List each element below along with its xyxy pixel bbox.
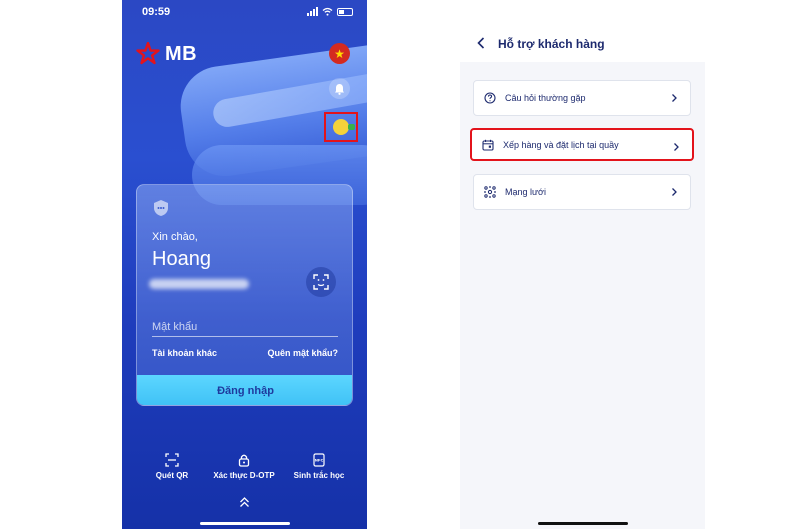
status-time: 09:59	[142, 6, 171, 18]
svg-text:NFC: NFC	[315, 458, 324, 463]
signal-icon	[307, 7, 318, 16]
menu-item-queue-booking[interactable]: Xếp hàng và đặt lịch tại quầy	[470, 128, 694, 161]
quick-action-biometric[interactable]: NFC Sinh trắc học	[286, 453, 352, 480]
page-title: Hỗ trợ khách hàng	[498, 37, 605, 51]
home-indicator	[200, 522, 290, 525]
greeting-text: Xin chào,	[152, 231, 198, 243]
chevron-right-icon	[672, 94, 677, 102]
wifi-icon	[322, 7, 333, 16]
quick-action-dotp[interactable]: Xác thực D-OTP	[206, 453, 282, 480]
face-id-icon	[313, 274, 329, 290]
face-id-button[interactable]	[306, 267, 336, 297]
quick-actions-bar: Quét QR Xác thực D-OTP NFC Sinh trắc học	[122, 453, 367, 485]
app-header: Hỗ trợ khách hàng	[460, 0, 705, 62]
home-indicator	[538, 522, 628, 525]
notification-bell-icon[interactable]	[329, 78, 350, 99]
screenshot-stage: 09:59 MB ★ Xin chào, Hoang Tài khoản khá…	[0, 0, 796, 529]
double-chevron-up-icon[interactable]	[239, 496, 250, 508]
other-account-link[interactable]: Tài khoản khác	[152, 348, 217, 358]
assistant-avatar-icon	[333, 119, 355, 135]
support-assistant-button[interactable]	[324, 112, 358, 142]
qr-scan-icon	[165, 453, 179, 467]
mb-logo: MB	[136, 42, 197, 66]
status-icons	[307, 7, 353, 16]
mb-login-screen: 09:59 MB ★ Xin chào, Hoang Tài khoản khá…	[122, 0, 367, 529]
vietnam-flag-icon[interactable]: ★	[329, 43, 350, 64]
quick-action-qr[interactable]: Quét QR	[144, 453, 200, 480]
login-button[interactable]: Đăng nhập	[137, 375, 352, 405]
brand-name: MB	[165, 42, 198, 65]
mb-star-icon	[136, 42, 160, 65]
quick-action-label: Quét QR	[155, 471, 189, 480]
customer-support-screen: Hỗ trợ khách hàng Câu hỏi thường gặp Xếp…	[460, 0, 705, 529]
shield-icon	[154, 200, 168, 216]
forgot-password-link[interactable]: Quên mật khẩu?	[267, 348, 338, 358]
username-text: Hoang	[152, 248, 211, 270]
menu-item-network[interactable]: Mạng lưới	[473, 174, 691, 210]
chevron-right-icon	[672, 188, 677, 196]
battery-icon	[337, 7, 353, 16]
password-input[interactable]	[152, 317, 338, 337]
network-icon	[484, 186, 496, 198]
nfc-card-icon: NFC	[313, 453, 325, 467]
menu-item-label: Mạng lưới	[505, 187, 546, 197]
calendar-icon	[482, 139, 494, 151]
back-chevron-icon[interactable]	[476, 36, 486, 50]
question-circle-icon	[484, 92, 496, 104]
lock-icon	[238, 454, 250, 467]
menu-item-faq[interactable]: Câu hỏi thường gặp	[473, 80, 691, 116]
quick-action-label: Xác thực D-OTP	[213, 471, 275, 480]
status-bar: 09:59	[122, 6, 367, 20]
login-card: Xin chào, Hoang Tài khoản khác Quên mật …	[136, 184, 353, 406]
quick-action-label: Sinh trắc học	[293, 471, 345, 480]
menu-item-label: Xếp hàng và đặt lịch tại quầy	[503, 139, 619, 150]
menu-item-label: Câu hỏi thường gặp	[505, 93, 586, 103]
chevron-right-icon	[674, 143, 679, 151]
masked-account-number	[149, 279, 249, 289]
